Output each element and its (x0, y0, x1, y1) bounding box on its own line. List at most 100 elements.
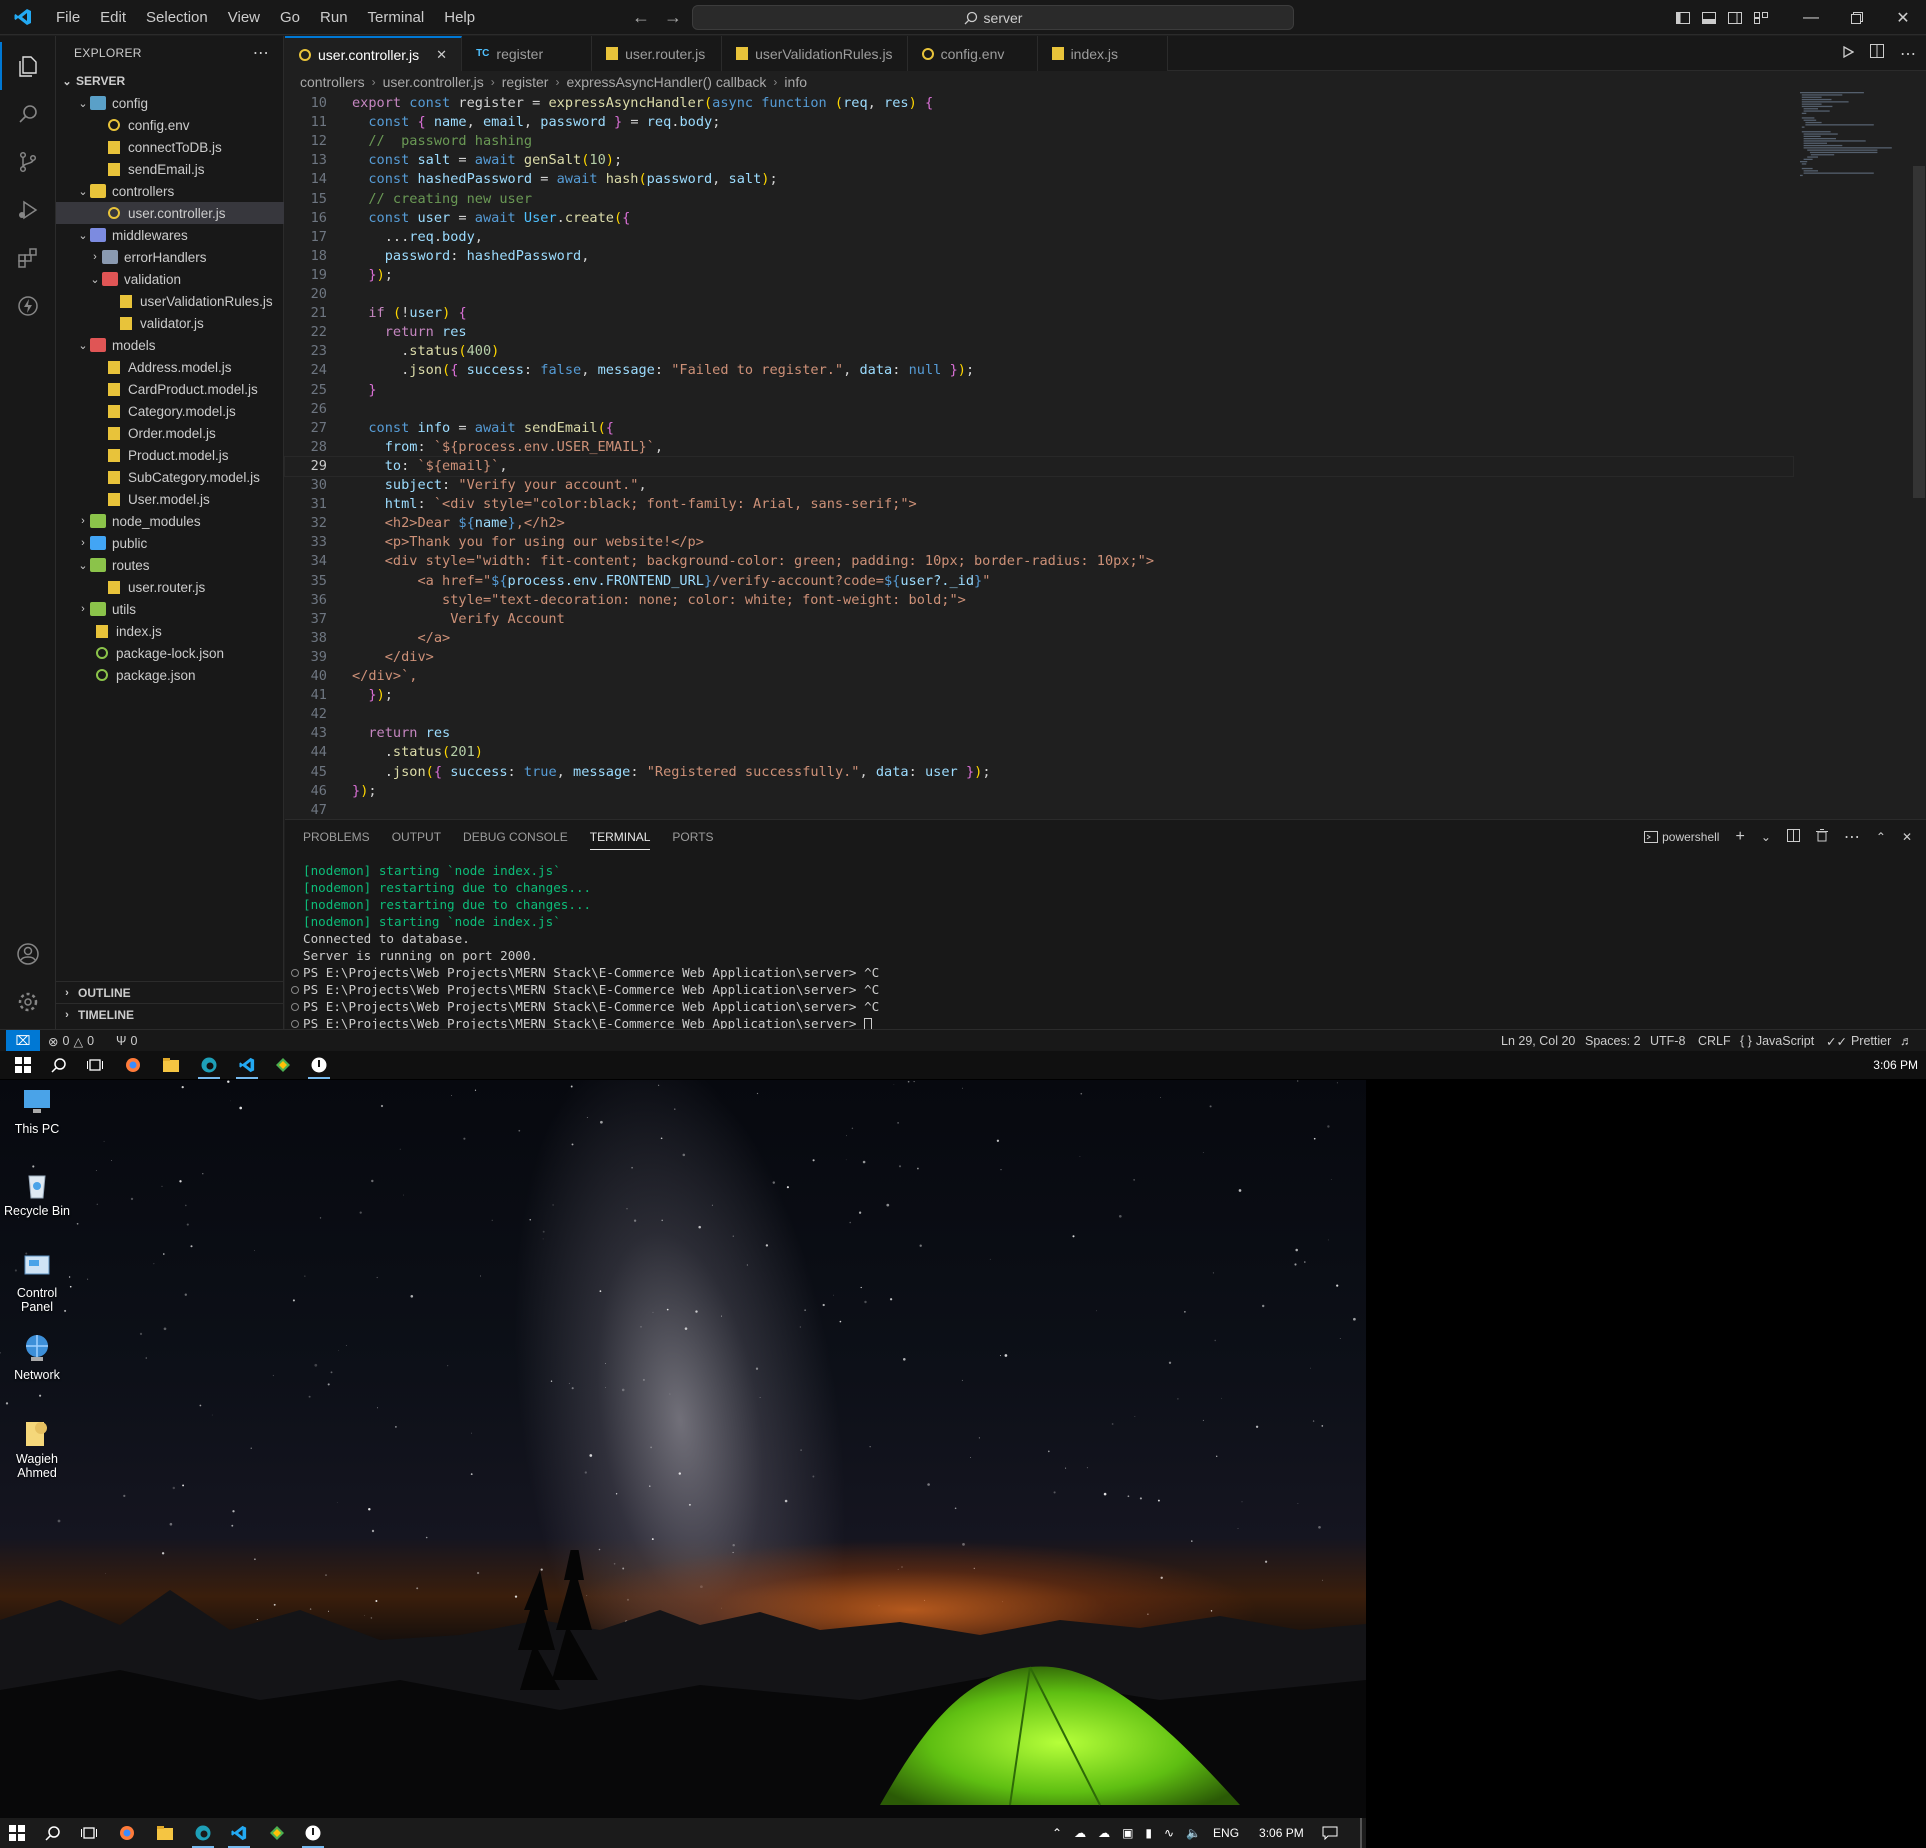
terminal-shell-selector[interactable]: powershell (1644, 830, 1719, 844)
toggle-sidebar-icon[interactable] (1670, 0, 1696, 35)
file-user-router-js[interactable]: user.router.js (56, 576, 284, 598)
folder-middlewares[interactable]: ⌄ middlewares (56, 224, 284, 246)
breadcrumb-item[interactable]: controllers (300, 74, 365, 90)
code-line[interactable]: 39 </div> (285, 648, 1785, 667)
toggle-secondary-sidebar-icon[interactable] (1722, 0, 1748, 35)
code-line[interactable]: 10 export const register = expressAsyncHa… (285, 94, 1785, 113)
app-white-circle-icon[interactable] (298, 1818, 328, 1848)
windows-start-icon[interactable] (2, 1818, 32, 1848)
app-green-icon[interactable] (268, 1051, 298, 1079)
windows-start-icon[interactable] (8, 1051, 38, 1079)
code-line[interactable]: 21 if (!user) { (285, 304, 1785, 323)
panel-tab-output[interactable]: OUTPUT (392, 830, 441, 844)
file-address-model-js[interactable]: Address.model.js (56, 356, 284, 378)
menu-item-go[interactable]: Go (270, 0, 310, 35)
settings-gear-icon[interactable] (0, 978, 56, 1026)
folder-config[interactable]: ⌄ config (56, 92, 284, 114)
copilot-icon[interactable] (118, 1051, 148, 1079)
vscode-taskbar-icon[interactable] (224, 1818, 254, 1848)
code-line[interactable]: 20 (285, 285, 1785, 304)
code-line[interactable]: 28 from: `${process.env.USER_EMAIL}`, (285, 438, 1785, 457)
panel-more-icon[interactable]: ⋯ (1844, 827, 1860, 847)
edge-icon[interactable] (194, 1051, 224, 1079)
code-line[interactable]: 37 Verify Account (285, 610, 1785, 629)
file-explorer-icon[interactable] (150, 1818, 180, 1848)
maximize-panel-icon[interactable]: ⌃ (1876, 830, 1886, 844)
folder-validation[interactable]: ⌄ validation (56, 268, 284, 290)
file-cardproduct-model-js[interactable]: CardProduct.model.js (56, 378, 284, 400)
more-actions-icon[interactable]: ⋯ (253, 43, 269, 63)
file-category-model-js[interactable]: Category.model.js (56, 400, 284, 422)
prettier-status[interactable]: ✓✓ Prettier (1826, 1030, 1891, 1052)
onedrive-icon[interactable]: ☁ (1098, 1826, 1110, 1840)
breadcrumb-item[interactable]: register (502, 74, 549, 90)
folder-node_modules[interactable]: › node_modules (56, 510, 284, 532)
search-icon[interactable] (44, 1051, 74, 1079)
code-line[interactable]: 31 html: `<div style="color:black; font-… (285, 495, 1785, 514)
run-debug-icon[interactable] (0, 186, 56, 234)
code-line[interactable]: 25 } (285, 381, 1785, 400)
tab-config-env[interactable]: config.env (907, 36, 1038, 71)
line-ending[interactable]: CRLF (1698, 1030, 1731, 1052)
panel-tab-debug-console[interactable]: DEBUG CONSOLE (463, 830, 568, 844)
encoding[interactable]: UTF-8 (1650, 1030, 1685, 1052)
command-center[interactable]: server (692, 5, 1294, 30)
close-window-icon[interactable]: ✕ (1880, 0, 1926, 35)
editor-scrollbar[interactable] (1913, 166, 1925, 498)
code-line[interactable]: 47 (285, 801, 1785, 820)
code-line[interactable]: 44 .status(201) (285, 743, 1785, 762)
folder-errorhandlers[interactable]: › errorHandlers (56, 246, 284, 268)
minimize-icon[interactable]: — (1788, 0, 1834, 35)
tab-index-js[interactable]: index.js (1037, 36, 1168, 71)
tab-register[interactable]: TC register (462, 36, 593, 71)
file-sendemail-js[interactable]: sendEmail.js (56, 158, 284, 180)
code-line[interactable]: 36 style="text-decoration: none; color: … (285, 591, 1785, 610)
code-line[interactable]: 40 </div>`, (285, 667, 1785, 686)
code-line[interactable]: 29 to: `${email}`, (284, 455, 1794, 477)
command-decoration-icon[interactable] (291, 1003, 299, 1011)
task-view-icon[interactable] (74, 1818, 104, 1848)
code-line[interactable]: 24 .json({ success: false, message: "Fai… (285, 361, 1785, 380)
panel-tab-ports[interactable]: PORTS (672, 830, 713, 844)
file-connecttodb-js[interactable]: connectToDB.js (56, 136, 284, 158)
notifications-bell-icon[interactable]: ♬ (1900, 1030, 1913, 1052)
desktop-icon-recycle-bin[interactable]: Recycle Bin (4, 1168, 70, 1218)
desktop-icon-this-pc[interactable]: This PC (4, 1086, 70, 1136)
code-line[interactable]: 27 const info = await sendEmail({ (285, 419, 1785, 438)
code-line[interactable]: 35 <a href="${process.env.FRONTEND_URL}/… (285, 572, 1785, 591)
volume-icon[interactable]: 🔈 (1186, 1826, 1201, 1840)
app-white-circle-icon[interactable] (304, 1051, 334, 1079)
vscode-taskbar-icon[interactable] (232, 1051, 262, 1079)
menu-item-terminal[interactable]: Terminal (358, 0, 435, 35)
ports-indicator[interactable]: Ψ0 (116, 1030, 137, 1052)
file-package-lock-json[interactable]: package-lock.json (56, 642, 284, 664)
problems-indicator[interactable]: ⊗ 0 △ 0 (48, 1030, 94, 1052)
code-line[interactable]: 34 <div style="width: fit-content; backg… (285, 552, 1785, 571)
code-line[interactable]: 22 return res (285, 323, 1785, 342)
language-mode[interactable]: { } JavaScript (1740, 1030, 1814, 1052)
customize-layout-icon[interactable] (1748, 0, 1774, 35)
file-uservalidationrules-js[interactable]: userValidationRules.js (56, 290, 284, 312)
editor-more-icon[interactable]: ⋯ (1900, 44, 1916, 64)
code-line[interactable]: 15 // creating new user (285, 190, 1785, 209)
notification-center-icon[interactable] (1322, 1818, 1338, 1848)
minimap[interactable] (1800, 90, 1910, 186)
menu-item-run[interactable]: Run (310, 0, 358, 35)
code-line[interactable]: 38 </a> (285, 629, 1785, 648)
file-product-model-js[interactable]: Product.model.js (56, 444, 284, 466)
search-activity-icon[interactable] (0, 90, 56, 138)
code-line[interactable]: 32 <h2>Dear ${name},</h2> (285, 514, 1785, 533)
code-line[interactable]: 26 (285, 400, 1785, 419)
command-decoration-icon[interactable] (291, 1020, 299, 1028)
code-line[interactable]: 43 return res (285, 724, 1785, 743)
source-control-icon[interactable] (0, 138, 56, 186)
desktop[interactable]: This PC Recycle Bin Control Panel Network Wa… (0, 1080, 1366, 1818)
command-decoration-icon[interactable] (291, 969, 299, 977)
breadcrumb-item[interactable]: expressAsyncHandler() callback (566, 74, 766, 90)
task-view-icon[interactable] (80, 1051, 110, 1079)
language-indicator[interactable]: ENG (1213, 1826, 1239, 1840)
code-line[interactable]: 13 const salt = await genSalt(10); (285, 151, 1785, 170)
code-line[interactable]: 19 }); (285, 266, 1785, 285)
clock-top[interactable]: 3:06 PM (1873, 1054, 1918, 1076)
command-decoration-icon[interactable] (291, 986, 299, 994)
